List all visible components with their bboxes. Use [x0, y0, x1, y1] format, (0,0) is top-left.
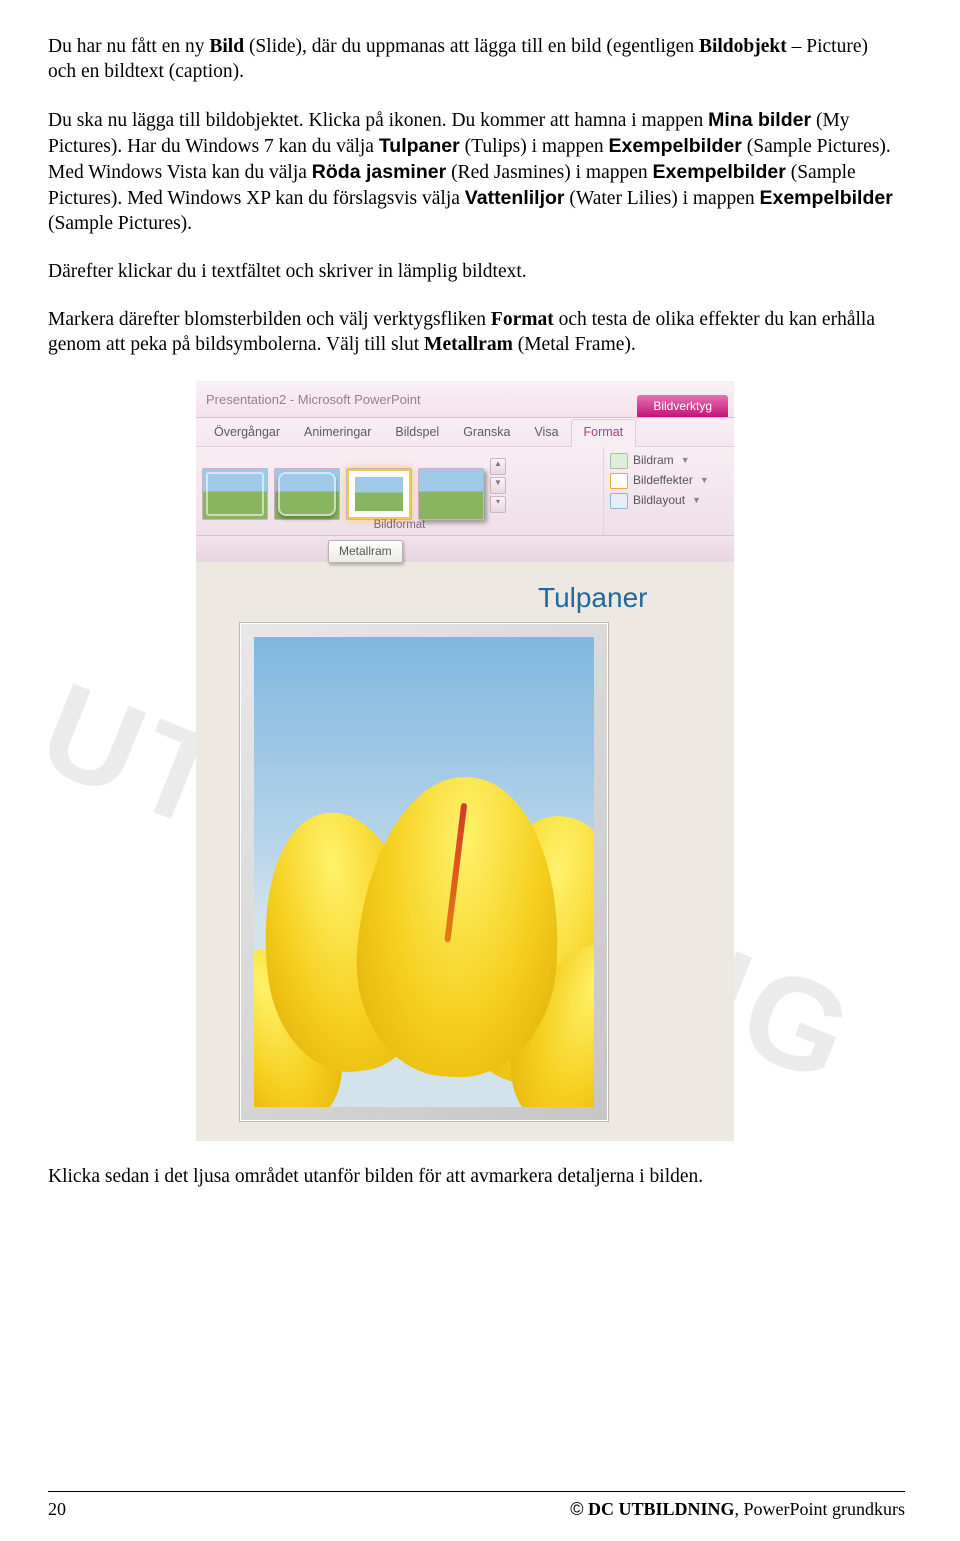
style-thumb-2[interactable] — [274, 468, 340, 520]
copyright-symbol: © — [570, 1499, 583, 1519]
cmd-bildlayout[interactable]: Bildlayout ▼ — [610, 493, 728, 509]
term-mina-bilder: Mina bilder — [708, 109, 811, 131]
term-tulpaner: Tulpaner — [379, 135, 460, 157]
gallery-expand[interactable]: ▾ — [490, 496, 506, 513]
slide-canvas: Tulpaner — [196, 562, 734, 1142]
gallery-scroll: ▲ ▼ ▾ — [490, 458, 506, 513]
term-format: Format — [491, 309, 554, 330]
gallery-scroll-down[interactable]: ▼ — [490, 477, 506, 494]
term-metallram: Metallram — [424, 334, 513, 355]
metal-frame — [240, 623, 608, 1121]
text: Du ska nu lägga till bildobjektet. Klick… — [48, 110, 708, 131]
effects-icon — [610, 473, 628, 489]
chevron-down-icon: ▼ — [692, 495, 701, 507]
cmd-label: Bildram — [633, 453, 674, 468]
slide-caption: Tulpaner — [538, 580, 734, 616]
footer-copyright: © DC UTBILDNING, PowerPoint grundkurs — [570, 1498, 905, 1521]
page-footer: 20 © DC UTBILDNING, PowerPoint grundkurs — [48, 1491, 905, 1521]
tab-overgangar[interactable]: Övergångar — [202, 420, 292, 446]
tab-visa[interactable]: Visa — [522, 420, 570, 446]
chevron-down-icon: ▼ — [681, 455, 690, 467]
copyright-name: DC UTBILDNING — [583, 1499, 734, 1519]
paragraph-1: Du har nu fått en ny Bild (Slide), där d… — [48, 35, 898, 85]
paragraph-4: Markera därefter blomsterbilden och välj… — [48, 308, 898, 358]
window-titlebar: Presentation2 - Microsoft PowerPoint Bil… — [196, 381, 734, 418]
picture-commands: Bildram ▼ Bildeffekter ▼ Bildlayout ▼ — [603, 447, 734, 535]
tab-granska[interactable]: Granska — [451, 420, 522, 446]
chevron-down-icon: ▼ — [700, 475, 709, 487]
term-bild: Bild — [209, 36, 244, 57]
tab-animeringar[interactable]: Animeringar — [292, 420, 383, 446]
cmd-bildeffekter[interactable]: Bildeffekter ▼ — [610, 473, 728, 489]
text: (Sample Pictures). — [48, 213, 192, 234]
text: (Tulips) i mappen — [460, 136, 609, 157]
tooltip-metallram: Metallram — [328, 540, 403, 563]
gallery-group-label: Bildformat — [196, 518, 603, 533]
cmd-bildram[interactable]: Bildram ▼ — [610, 453, 728, 469]
cmd-label: Bildlayout — [633, 493, 685, 508]
term-roda-jasminer: Röda jasminer — [312, 161, 446, 183]
picture-styles-gallery: ▲ ▼ ▾ Bildformat — [196, 447, 603, 535]
page-number: 20 — [48, 1498, 66, 1521]
ribbon-tabs: Övergångar Animeringar Bildspel Granska … — [196, 418, 734, 447]
style-thumb-4[interactable] — [418, 468, 484, 520]
term-exempelbilder: Exempelbilder — [653, 161, 786, 183]
text: (Slide), där du uppmanas att lägga till … — [244, 36, 699, 57]
text: (Metal Frame). — [513, 334, 636, 355]
text: (Water Lilies) i mappen — [565, 188, 760, 209]
term-bildobjekt: Bildobjekt — [699, 36, 787, 57]
tab-bildspel[interactable]: Bildspel — [383, 420, 451, 446]
cmd-label: Bildeffekter — [633, 473, 693, 488]
style-thumb-metallram[interactable] — [346, 468, 412, 520]
paragraph-3: Därefter klickar du i textfältet och skr… — [48, 260, 898, 285]
ruler-area: Metallram — [196, 536, 734, 562]
tab-format[interactable]: Format — [571, 419, 637, 447]
term-exempelbilder: Exempelbilder — [759, 187, 892, 209]
powerpoint-screenshot: Presentation2 - Microsoft PowerPoint Bil… — [196, 381, 734, 1142]
gallery-scroll-up[interactable]: ▲ — [490, 458, 506, 475]
text: (Red Jasmines) i mappen — [446, 162, 652, 183]
paragraph-5: Klicka sedan i det ljusa området utanför… — [48, 1165, 898, 1190]
term-vattenliljor: Vattenliljor — [465, 187, 565, 209]
text: Du har nu fått en ny — [48, 36, 209, 57]
term-exempelbilder: Exempelbilder — [609, 135, 742, 157]
tulips-photo — [254, 637, 594, 1107]
page-content: Du har nu fått en ny Bild (Slide), där d… — [0, 0, 960, 1190]
paragraph-2: Du ska nu lägga till bildobjektet. Klick… — [48, 108, 898, 237]
frame-icon — [610, 453, 628, 469]
style-thumb-1[interactable] — [202, 468, 268, 520]
contextual-tab-group: Bildverktyg — [637, 395, 728, 416]
layout-icon — [610, 493, 628, 509]
copyright-tail: , PowerPoint grundkurs — [735, 1499, 906, 1519]
ribbon-body: ▲ ▼ ▾ Bildformat Bildram ▼ Bildeffekter ▼ … — [196, 447, 734, 536]
window-title: Presentation2 - Microsoft PowerPoint — [206, 392, 637, 417]
text: Markera därefter blomsterbilden och välj… — [48, 309, 491, 330]
